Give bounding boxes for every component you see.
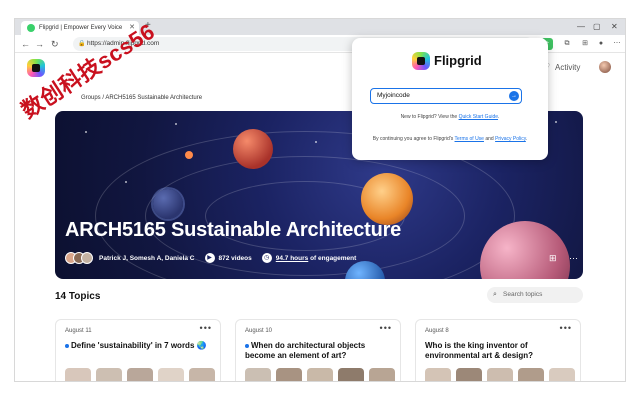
back-icon[interactable]: ←: [21, 37, 30, 51]
new-user-suffix: .: [498, 114, 500, 120]
video-count: 872 videos: [218, 254, 252, 262]
tab-bar: Flipgrid | Empower Every Voice ✕ + — ▢ ✕: [15, 19, 625, 35]
response-thumbnail[interactable]: [425, 368, 451, 381]
response-thumbnail[interactable]: [65, 368, 91, 381]
topic-title-text: Who is the king inventor of environmenta…: [425, 341, 534, 360]
terms-and-text: and: [483, 136, 496, 142]
terms-text: By continuing you agree to Flipgrid's: [372, 136, 455, 142]
response-thumbnail[interactable]: [487, 368, 513, 381]
topics-heading: 14 Topics: [55, 291, 101, 302]
response-thumbnail[interactable]: [456, 368, 482, 381]
response-thumbnail[interactable]: [158, 368, 184, 381]
planet-red: [233, 129, 273, 169]
response-thumbnail[interactable]: [338, 368, 364, 381]
topic-date: August 10: [245, 328, 273, 334]
topic-card[interactable]: August 11 ••• Define 'sustainability' in…: [55, 319, 221, 381]
group-meta: Patrick J, Somesh A, Daniela C ▶ 872 vid…: [65, 251, 356, 265]
topic-date: August 8: [425, 328, 449, 334]
topic-title: When do architectural objects become an …: [245, 341, 395, 361]
topic-title: Define 'sustainability' in 7 words 🌏: [65, 341, 215, 351]
search-topics-input[interactable]: ⌕ Search topics: [487, 287, 583, 303]
activity-link[interactable]: Activity: [555, 63, 580, 72]
forward-icon[interactable]: →: [35, 37, 44, 51]
minimize-icon[interactable]: —: [577, 19, 585, 35]
response-thumbnails: [425, 368, 575, 381]
popup-brand: Flipgrid: [434, 53, 482, 68]
response-thumbnail[interactable]: [276, 368, 302, 381]
new-user-note: New to Flipgrid? View the Quick Start Gu…: [352, 114, 548, 120]
group-title: ARCH5165 Sustainable Architecture: [65, 219, 402, 241]
planet-small: [185, 151, 193, 159]
active-dot-icon: [245, 343, 249, 348]
engagement-label: of engagement: [308, 254, 357, 262]
topic-more-icon[interactable]: •••: [380, 323, 392, 333]
join-code-input[interactable]: Myjoincode →: [370, 88, 522, 104]
response-thumbnail[interactable]: [549, 368, 575, 381]
response-thumbnail[interactable]: [127, 368, 153, 381]
flipgrid-logo: [412, 52, 430, 70]
engagement-hours: 94.7 hours: [275, 254, 309, 262]
extension-popup: Flipgrid Myjoincode → New to Flipgrid? V…: [352, 38, 548, 160]
response-thumbnail[interactable]: [369, 368, 395, 381]
flipgrid-logo[interactable]: [27, 59, 45, 77]
topic-more-icon[interactable]: •••: [200, 323, 212, 333]
flipgrid-favicon-icon: [27, 24, 35, 32]
extensions-icon[interactable]: ⧉: [561, 38, 573, 50]
topic-title: Who is the king inventor of environmenta…: [425, 341, 575, 361]
topic-title-text: Define 'sustainability' in 7 words 🌏: [71, 341, 207, 350]
user-avatar[interactable]: [599, 61, 611, 73]
response-thumbnail[interactable]: [245, 368, 271, 381]
response-thumbnails: [245, 368, 395, 381]
planet-ringed: [153, 189, 183, 219]
response-thumbnail[interactable]: [189, 368, 215, 381]
topic-title-text: When do architectural objects become an …: [245, 341, 366, 360]
privacy-link[interactable]: Privacy Policy: [495, 136, 526, 142]
quick-start-link[interactable]: Quick Start Guide: [459, 114, 498, 120]
menu-icon[interactable]: ⋯: [611, 38, 623, 50]
response-thumbnails: [65, 368, 215, 381]
reload-icon[interactable]: ↻: [51, 37, 59, 51]
play-icon: ▶: [204, 253, 215, 263]
search-placeholder: Search topics: [503, 291, 543, 298]
active-dot-icon: [65, 343, 69, 348]
close-window-icon[interactable]: ✕: [611, 19, 618, 35]
search-icon: ⌕: [493, 291, 497, 298]
lock-icon: 🔒: [78, 41, 86, 47]
planet-orange: [361, 173, 413, 225]
member-names: Patrick J, Somesh A, Daniela C: [99, 254, 195, 262]
terms-link[interactable]: Terms of Use: [455, 136, 484, 142]
qr-code-icon[interactable]: ⊞: [549, 253, 557, 264]
clock-icon: ◷: [261, 253, 272, 263]
response-thumbnail[interactable]: [518, 368, 544, 381]
collections-icon[interactable]: ⊞: [579, 38, 591, 50]
new-user-text: New to Flipgrid? View the: [400, 114, 459, 120]
profile-icon[interactable]: ●: [595, 38, 607, 50]
topic-card[interactable]: August 8 ••• Who is the king inventor of…: [415, 319, 581, 381]
topic-more-icon[interactable]: •••: [560, 323, 572, 333]
group-more-icon[interactable]: ⋯: [569, 253, 578, 264]
arrow-right-icon[interactable]: →: [509, 91, 519, 101]
response-thumbnail[interactable]: [307, 368, 333, 381]
topic-card[interactable]: August 10 ••• When do architectural obje…: [235, 319, 401, 381]
member-avatar: [81, 252, 93, 264]
tab-title: Flipgrid | Empower Every Voice: [39, 25, 123, 31]
terms-note: By continuing you agree to Flipgrid's Te…: [352, 136, 548, 142]
topic-date: August 11: [65, 328, 92, 334]
join-code-value: Myjoincode: [377, 92, 410, 99]
maximize-icon[interactable]: ▢: [593, 19, 601, 35]
breadcrumb[interactable]: Groups / ARCH5165 Sustainable Architectu…: [81, 95, 202, 101]
terms-suffix: .: [525, 136, 528, 142]
response-thumbnail[interactable]: [96, 368, 122, 381]
